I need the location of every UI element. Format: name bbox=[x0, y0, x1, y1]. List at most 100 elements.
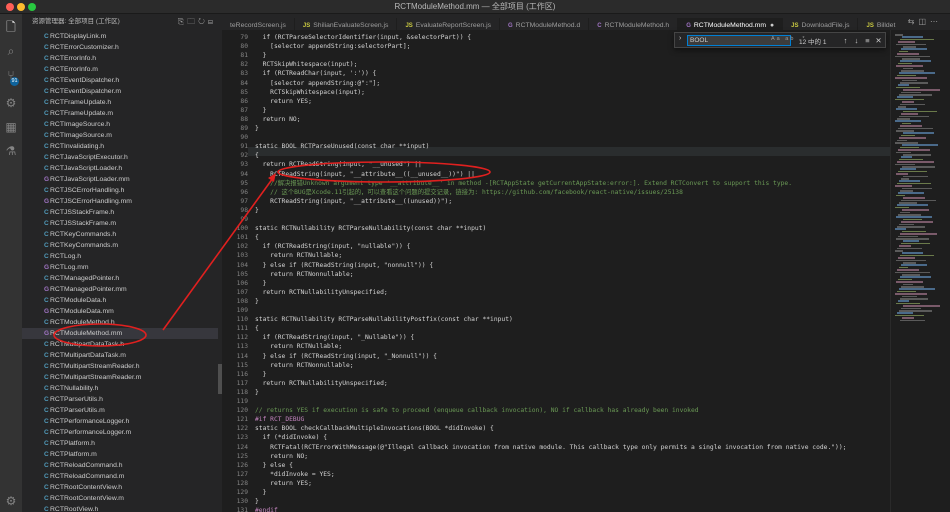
extensions-icon[interactable]: ▦ bbox=[4, 120, 18, 134]
tab-label: RCTModuleMethod.h bbox=[604, 22, 670, 29]
minimap-line bbox=[896, 130, 914, 132]
code-line: return RCTNonnullable; bbox=[255, 270, 354, 278]
file-item[interactable]: C RCTPerformanceLogger.h bbox=[22, 416, 218, 427]
close-find-icon[interactable]: ✕ bbox=[874, 35, 883, 46]
file-item[interactable]: G RCTJSCErrorHandling.mm bbox=[22, 196, 218, 207]
file-item[interactable]: C RCTJSStackFrame.h bbox=[22, 207, 218, 218]
editor-tab[interactable]: JS EvaluateReportScreen.js bbox=[397, 18, 500, 30]
toggle-replace-icon[interactable]: › bbox=[679, 35, 681, 42]
editor-tab[interactable]: G RCTModuleMethod.mm ● bbox=[678, 18, 784, 30]
settings-gear-icon[interactable]: ⚙ bbox=[4, 494, 18, 508]
file-item-label: RCTImageSource.m bbox=[50, 132, 112, 139]
editor-actions[interactable]: ⇆◫⋯ bbox=[896, 14, 946, 30]
line-number: 79 bbox=[240, 34, 248, 41]
line-number: 129 bbox=[236, 489, 248, 496]
file-item[interactable]: C RCTEventDispatcher.m bbox=[22, 86, 218, 97]
editor-tab[interactable]: C RCTModuleMethod.h bbox=[589, 18, 679, 30]
unsaved-dot-icon[interactable]: ● bbox=[770, 22, 774, 29]
code-line: return RCTNullable; bbox=[255, 252, 343, 260]
file-item[interactable]: C RCTImageSource.h bbox=[22, 119, 218, 130]
file-item[interactable]: C RCTManagedPointer.h bbox=[22, 273, 218, 284]
file-item[interactable]: C RCTReloadCommand.h bbox=[22, 460, 218, 471]
file-item[interactable]: C RCTRootContentView.h bbox=[22, 482, 218, 493]
minimap-line bbox=[900, 82, 928, 84]
file-item[interactable]: C RCTRootView.h bbox=[22, 504, 218, 512]
file-item[interactable]: C RCTParserUtils.h bbox=[22, 394, 218, 405]
test-flask-icon[interactable]: ⚗ bbox=[4, 144, 18, 158]
code-line: return RCTNullable; bbox=[255, 343, 343, 351]
line-number: 103 bbox=[236, 252, 248, 260]
file-item[interactable]: C RCTErrorInfo.h bbox=[22, 53, 218, 64]
file-item[interactable]: G RCTModuleMethod.mm bbox=[22, 328, 218, 339]
file-item[interactable]: C RCTPerformanceLogger.m bbox=[22, 427, 218, 438]
file-item-label: RCTJSCErrorHandling.mm bbox=[50, 198, 132, 205]
explorer-sidebar: 资源管理器: 全部项目 (工作区) ⎘🗀↻⊟ C RCTDisplayLink.m… bbox=[22, 14, 222, 512]
c-file-icon: C bbox=[44, 209, 49, 216]
file-item[interactable]: C RCTJSStackFrame.m bbox=[22, 218, 218, 229]
js-file-icon: JS bbox=[405, 23, 413, 29]
minimap-line bbox=[897, 118, 910, 120]
file-item[interactable]: C RCTReloadCommand.m bbox=[22, 471, 218, 482]
file-item[interactable]: G RCTJavaScriptLoader.mm bbox=[22, 174, 218, 185]
file-item[interactable]: C RCTImageSource.m bbox=[22, 130, 218, 141]
editor-tab[interactable]: JS DownloadFile.js bbox=[783, 18, 859, 30]
file-item[interactable]: C RCTModuleData.h bbox=[22, 295, 218, 306]
file-item[interactable]: C RCTPlatform.h bbox=[22, 438, 218, 449]
file-item-label: RCTJavaScriptExecutor.h bbox=[50, 154, 128, 161]
minimap-line bbox=[901, 178, 909, 180]
editor-tab[interactable]: JS ShilianEvaluateScreen.js bbox=[295, 18, 398, 30]
minimap-line bbox=[896, 151, 911, 154]
minimap-line bbox=[896, 216, 932, 218]
code-editor[interactable]: 79 if (RCTParseSelectorIdentifier(input,… bbox=[222, 30, 890, 512]
c-file-icon: C bbox=[44, 154, 49, 161]
search-icon[interactable]: ⌕ bbox=[4, 44, 18, 58]
minimap[interactable] bbox=[890, 30, 950, 512]
file-item[interactable]: C RCTKeyCommands.h bbox=[22, 229, 218, 240]
file-item[interactable]: C RCTLog.h bbox=[22, 251, 218, 262]
explorer-toolbar-icons[interactable]: ⎘🗀↻⊟ bbox=[178, 14, 216, 30]
file-item[interactable]: C RCTInvalidating.h bbox=[22, 141, 218, 152]
code-line: } else if (RCTReadString(input, "nonnull… bbox=[255, 261, 434, 269]
file-item[interactable]: C RCTJavaScriptLoader.h bbox=[22, 163, 218, 174]
file-item[interactable]: C RCTPlatform.m bbox=[22, 449, 218, 460]
file-item-label: RCTModuleMethod.mm bbox=[50, 330, 123, 337]
file-item[interactable]: C RCTModuleMethod.h bbox=[22, 317, 218, 328]
minimap-line bbox=[898, 170, 927, 173]
explorer-icon[interactable]: 🗋 bbox=[4, 20, 18, 34]
file-item[interactable]: C RCTMultipartDataTask.m bbox=[22, 350, 218, 361]
file-item[interactable]: C RCTParserUtils.m bbox=[22, 405, 218, 416]
file-item[interactable]: C RCTRootContentView.m bbox=[22, 493, 218, 504]
line-number: 84 bbox=[240, 79, 248, 87]
c-file-icon: C bbox=[44, 462, 49, 469]
code-line: { bbox=[255, 152, 259, 160]
activity-bar: 🗋 ⌕ ⑂ 91 ⚙ ▦ ⚗ ⚙ bbox=[0, 14, 22, 512]
minimap-line bbox=[900, 103, 925, 106]
find-in-selection-icon[interactable]: ≡ bbox=[863, 35, 872, 46]
cpp-file-icon: G bbox=[44, 264, 50, 271]
file-item[interactable]: C RCTDisplayLink.m bbox=[22, 31, 218, 42]
c-file-icon: C bbox=[44, 132, 49, 139]
previous-match-icon[interactable]: ↑ bbox=[841, 35, 850, 46]
explorer-header: 资源管理器: 全部项目 (工作区) ⎘🗀↻⊟ bbox=[22, 14, 222, 30]
file-item[interactable]: C RCTFrameUpdate.h bbox=[22, 97, 218, 108]
minimap-line bbox=[897, 269, 919, 271]
file-item[interactable]: G RCTLog.mm bbox=[22, 262, 218, 273]
file-item[interactable]: C RCTNullability.h bbox=[22, 383, 218, 394]
file-item[interactable]: C RCTErrorInfo.m bbox=[22, 64, 218, 75]
file-item[interactable]: C RCTKeyCommands.m bbox=[22, 240, 218, 251]
editor-tab[interactable]: teRecordScreen.js bbox=[222, 18, 295, 30]
c-file-icon: C bbox=[44, 77, 49, 84]
file-item[interactable]: C RCTFrameUpdate.m bbox=[22, 108, 218, 119]
file-item[interactable]: C RCTEventDispatcher.h bbox=[22, 75, 218, 86]
file-item[interactable]: C RCTJSCErrorHandling.h bbox=[22, 185, 218, 196]
file-item[interactable]: C RCTErrorCustomizer.h bbox=[22, 42, 218, 53]
next-match-icon[interactable]: ↓ bbox=[852, 35, 861, 46]
file-item[interactable]: C RCTJavaScriptExecutor.h bbox=[22, 152, 218, 163]
editor-tab[interactable]: G RCTModuleMethod.d bbox=[500, 18, 590, 30]
code-line: [selector appendString:@":"]; bbox=[255, 79, 381, 87]
file-item[interactable]: C RCTMultipartStreamReader.h bbox=[22, 361, 218, 372]
file-item[interactable]: C RCTMultipartStreamReader.m bbox=[22, 372, 218, 383]
file-item[interactable]: G RCTModuleData.mm bbox=[22, 306, 218, 317]
debug-icon[interactable]: ⚙ bbox=[4, 96, 18, 110]
code-line: } else if (RCTReadString(input, "_Nonnul… bbox=[255, 352, 437, 360]
